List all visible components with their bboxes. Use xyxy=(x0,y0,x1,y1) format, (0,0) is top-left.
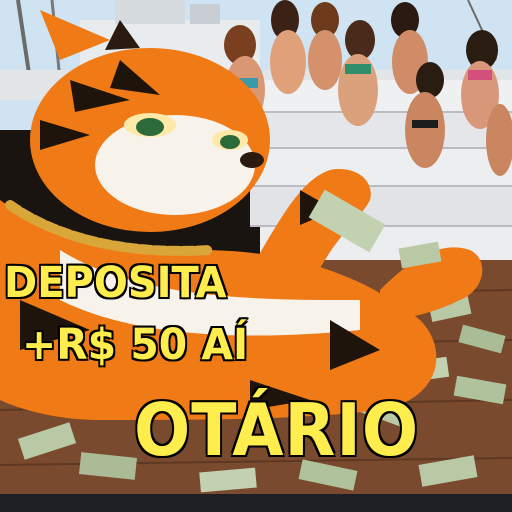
bottom-bar xyxy=(0,494,512,512)
caption-line-1: DEPOSITA xyxy=(3,257,227,309)
caption-line-2: +R$ 50 AÍ xyxy=(21,319,249,371)
meme-image: DEPOSITA +R$ 50 AÍ OTÁRIO xyxy=(0,0,512,512)
caption-line-3: OTÁRIO xyxy=(133,387,420,473)
